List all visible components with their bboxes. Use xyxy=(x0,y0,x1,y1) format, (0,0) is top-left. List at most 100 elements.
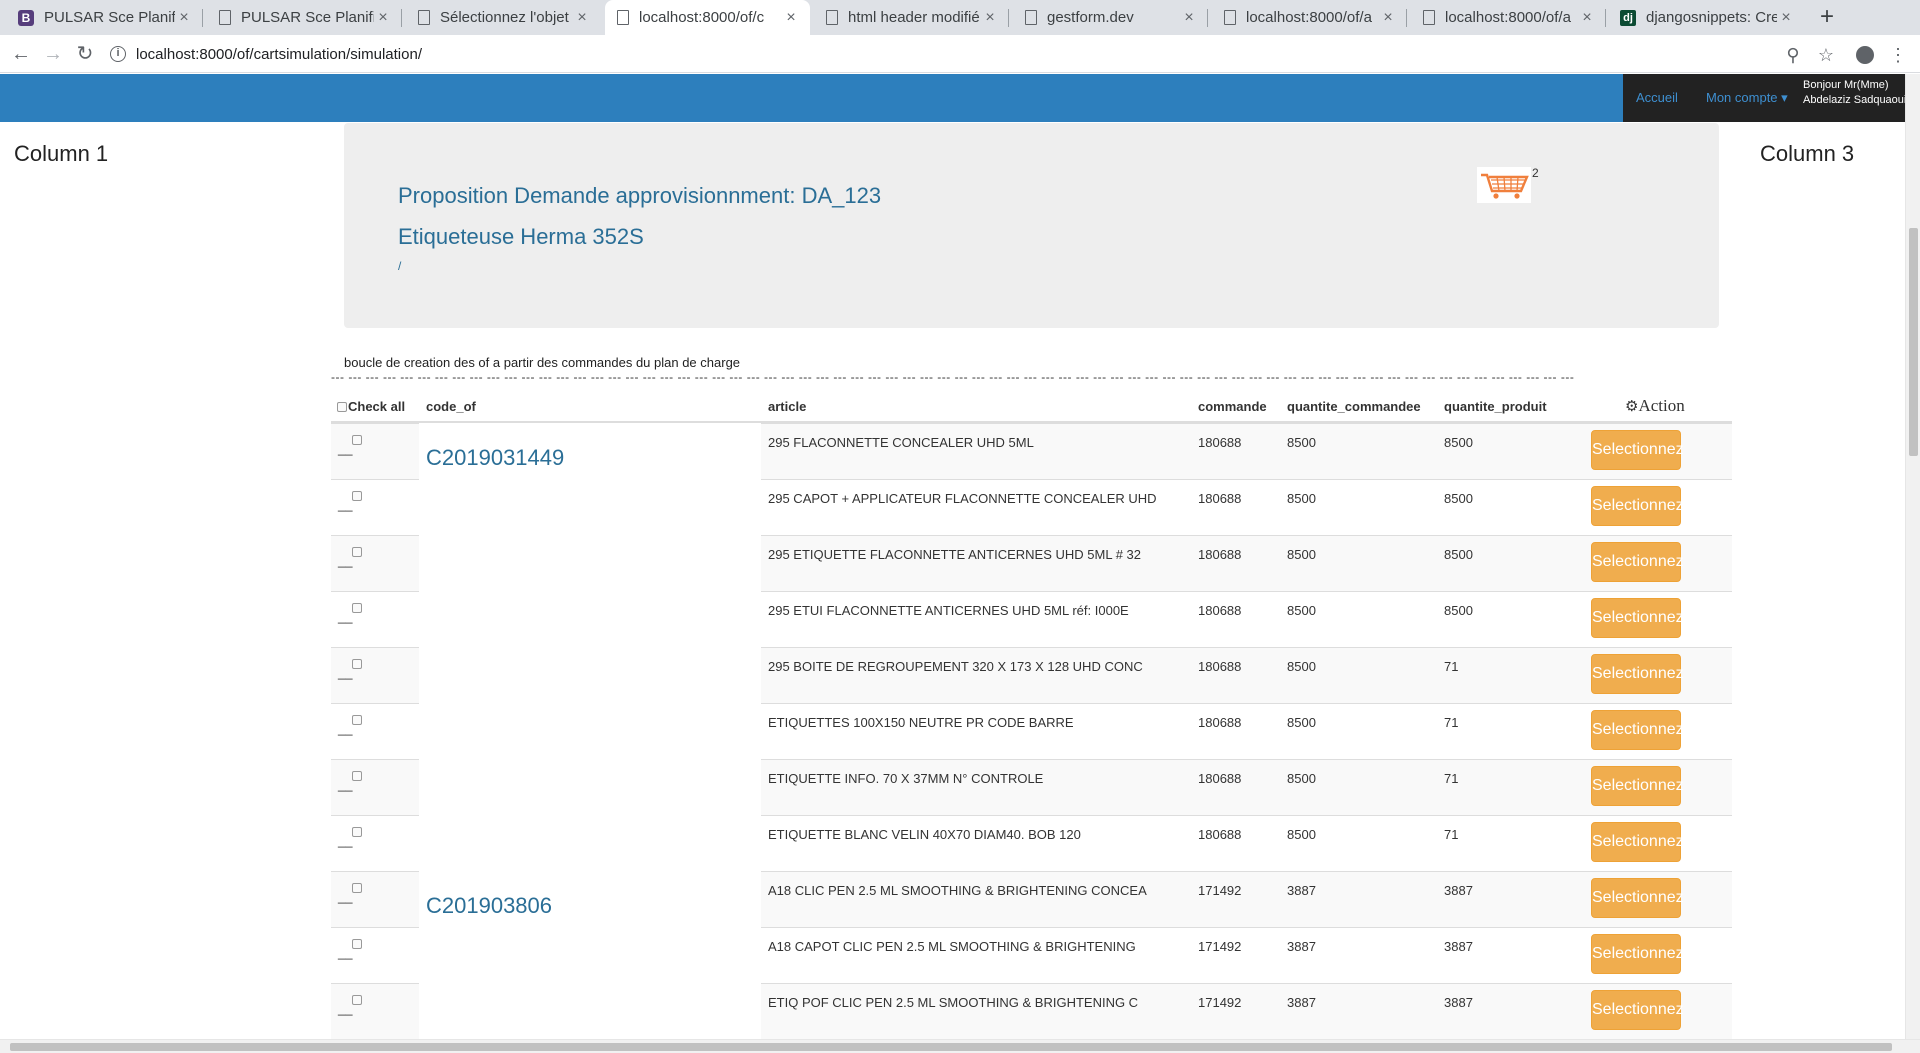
cell-quantite-produit: 3887 xyxy=(1444,939,1473,954)
row-checkbox[interactable] xyxy=(352,827,362,837)
selectionnez-button[interactable]: Selectionnez xyxy=(1591,430,1684,470)
url-text[interactable]: localhost:8000/of/cartsimulation/simulat… xyxy=(136,46,422,63)
selectionnez-button[interactable]: Selectionnez xyxy=(1591,766,1684,806)
row-check-cell: __ xyxy=(331,703,419,759)
browser-tab-active[interactable]: localhost:8000/of/c × xyxy=(605,0,810,35)
cell-commande: 180688 xyxy=(1198,827,1242,842)
back-icon[interactable]: ← xyxy=(9,42,33,66)
row-check-cell: __ xyxy=(331,759,419,815)
cell-article: A18 CAPOT CLIC PEN 2.5 ML SMOOTHING & BR… xyxy=(768,939,1136,954)
nav-account-dropdown[interactable]: Mon compte ▾ xyxy=(1706,90,1788,106)
row-marker: __ xyxy=(338,441,353,456)
selectionnez-button[interactable]: Selectionnez xyxy=(1591,878,1684,918)
cell-quantite-commandee: 8500 xyxy=(1287,827,1316,842)
forward-icon[interactable]: → xyxy=(41,42,65,66)
cart-icon[interactable] xyxy=(1477,167,1531,203)
browser-tab[interactable]: PULSAR Sce Planific × xyxy=(207,0,402,35)
zoom-icon[interactable]: ⚲ xyxy=(1782,44,1804,66)
row-checkbox[interactable] xyxy=(352,771,362,781)
jumbotron: Proposition Demande approvisionnment: DA… xyxy=(344,123,1719,328)
browser-tab[interactable]: Sélectionnez l'objet × xyxy=(406,0,601,35)
close-icon[interactable]: × xyxy=(175,9,193,27)
document-icon xyxy=(1224,10,1236,25)
selectionnez-button[interactable]: Selectionnez xyxy=(1591,990,1684,1030)
nav-home-link[interactable]: Accueil xyxy=(1636,90,1678,105)
browser-tab[interactable]: gestform.dev × xyxy=(1013,0,1208,35)
selectionnez-button[interactable]: Selectionnez xyxy=(1591,822,1684,862)
selectionnez-button[interactable]: Selectionnez xyxy=(1591,654,1684,694)
cell-quantite-produit: 8500 xyxy=(1444,435,1473,450)
bookmark-star-icon[interactable]: ☆ xyxy=(1815,44,1837,66)
tab-title: Sélectionnez l'objet xyxy=(440,9,569,26)
row-checkbox[interactable] xyxy=(352,603,362,613)
scroll-thumb[interactable] xyxy=(1909,228,1918,456)
cell-quantite-produit: 71 xyxy=(1444,715,1459,730)
browser-tab[interactable]: localhost:8000/of/a × xyxy=(1411,0,1606,35)
profile-avatar-icon[interactable] xyxy=(1854,44,1876,66)
tab-title: localhost:8000/of/c xyxy=(639,9,765,26)
info-icon[interactable]: i xyxy=(110,46,126,62)
cell-article: 295 BOITE DE REGROUPEMENT 320 X 173 X 12… xyxy=(768,659,1143,674)
close-icon[interactable]: × xyxy=(573,9,591,27)
close-icon[interactable]: × xyxy=(1777,9,1795,27)
proposal-title: Proposition Demande approvisionnment: DA… xyxy=(398,183,882,208)
close-icon[interactable]: × xyxy=(1578,9,1596,27)
row-checkbox[interactable] xyxy=(352,659,362,669)
selectionnez-button[interactable]: Selectionnez xyxy=(1591,710,1684,750)
user-greeting: Bonjour Mr(Mme) Abdelaziz Sadquaoui xyxy=(1803,78,1905,108)
row-checkbox[interactable] xyxy=(352,547,362,557)
browser-tab[interactable]: dj djangosnippets: Crea × xyxy=(1610,0,1805,35)
header-commande: commande xyxy=(1198,399,1267,414)
row-marker: __ xyxy=(338,777,353,792)
header-quantite-produit: quantite_produit xyxy=(1444,399,1547,414)
browser-tab[interactable]: html header modifié × xyxy=(814,0,1009,35)
selectionnez-button[interactable]: Selectionnez xyxy=(1591,542,1684,582)
selectionnez-button[interactable]: Selectionnez xyxy=(1591,598,1684,638)
check-all-checkbox[interactable] xyxy=(337,402,347,412)
header-check-all[interactable]: Check all xyxy=(337,399,405,414)
row-check-cell: __ xyxy=(331,871,419,927)
horizontal-scrollbar[interactable] xyxy=(0,1039,1920,1053)
row-checkbox[interactable] xyxy=(352,491,362,501)
row-check-cell: __ xyxy=(331,983,419,1039)
cell-article: 295 CAPOT + APPLICATEUR FLACONNETTE CONC… xyxy=(768,491,1157,506)
close-icon[interactable]: × xyxy=(782,9,800,27)
tab-title: html header modifié xyxy=(848,9,980,26)
row-checkbox[interactable] xyxy=(352,715,362,725)
row-checkbox[interactable] xyxy=(352,435,362,445)
cell-quantite-commandee: 8500 xyxy=(1287,603,1316,618)
header-action: ⚙Action xyxy=(1625,396,1685,416)
cogs-icon: ⚙ xyxy=(1625,399,1639,415)
close-icon[interactable]: × xyxy=(981,9,999,27)
cell-article: 295 ETUI FLACONNETTE ANTICERNES UHD 5ML … xyxy=(768,603,1129,618)
code-of-link[interactable]: C201903806 xyxy=(426,893,552,919)
browser-tab[interactable]: localhost:8000/of/a × xyxy=(1212,0,1407,35)
browser-tab[interactable]: B PULSAR Sce Planific × xyxy=(8,0,203,35)
cell-article: ETIQUETTES 100X150 NEUTRE PR CODE BARRE xyxy=(768,715,1074,730)
tab-title: PULSAR Sce Planific xyxy=(241,9,374,26)
breadcrumb-path: / xyxy=(398,259,402,273)
selectionnez-button[interactable]: Selectionnez xyxy=(1591,486,1684,526)
row-check-cell: __ xyxy=(331,479,419,535)
code-of-link[interactable]: C2019031449 xyxy=(426,445,564,471)
menu-kebab-icon[interactable]: ⋮ xyxy=(1887,44,1909,66)
cell-commande: 180688 xyxy=(1198,659,1242,674)
row-checkbox[interactable] xyxy=(352,883,362,893)
vertical-scrollbar[interactable] xyxy=(1905,74,1920,1039)
loop-description: boucle de creation des of a partir des c… xyxy=(344,355,741,370)
close-icon[interactable]: × xyxy=(374,9,392,27)
new-tab-button[interactable]: + xyxy=(1813,3,1841,31)
row-checkbox[interactable] xyxy=(352,995,362,1005)
scroll-thumb[interactable] xyxy=(10,1043,1892,1051)
greeting-line: Bonjour Mr(Mme) xyxy=(1803,79,1889,91)
row-checkbox[interactable] xyxy=(352,939,362,949)
cell-quantite-commandee: 3887 xyxy=(1287,883,1316,898)
close-icon[interactable]: × xyxy=(1379,9,1397,27)
code-of-cell: C201903806 xyxy=(419,871,761,1039)
tab-title: PULSAR Sce Planific xyxy=(44,9,175,26)
cell-commande: 171492 xyxy=(1198,995,1242,1010)
close-icon[interactable]: × xyxy=(1180,9,1198,27)
address-bar[interactable]: i localhost:8000/of/cartsimulation/simul… xyxy=(110,39,1830,69)
selectionnez-button[interactable]: Selectionnez xyxy=(1591,934,1684,974)
reload-icon[interactable]: ↻ xyxy=(73,42,97,66)
